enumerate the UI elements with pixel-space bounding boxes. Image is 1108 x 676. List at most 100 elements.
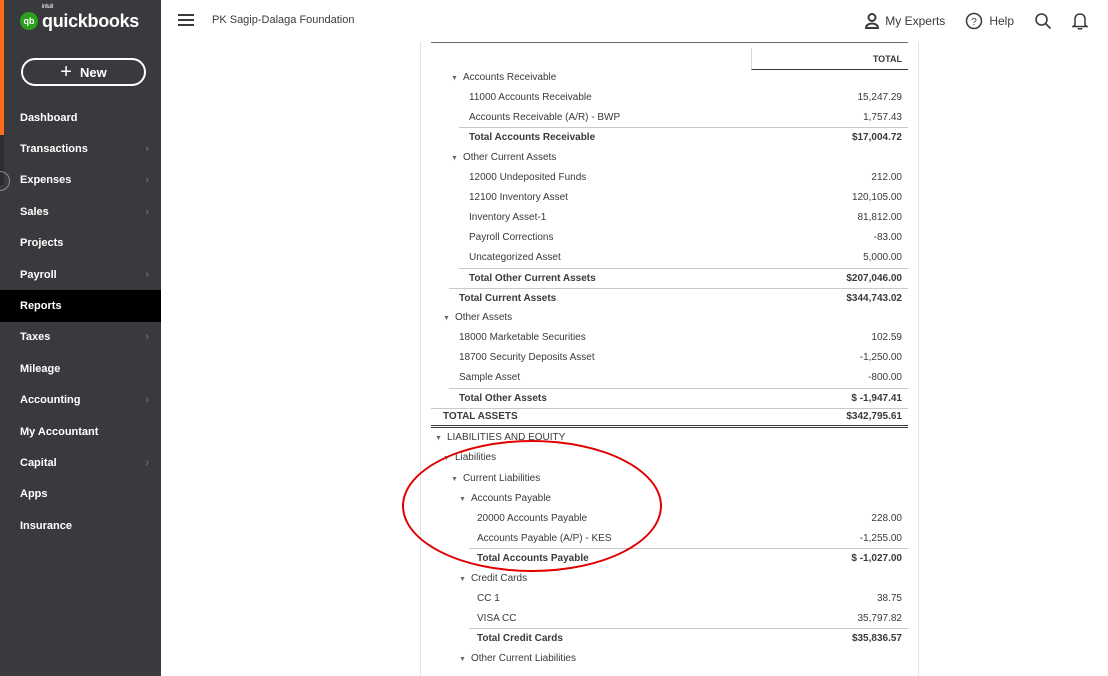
report-section-row[interactable]: ▼ Accounts Payable [431, 488, 908, 508]
report-total-row[interactable]: TOTAL ASSETS $342,795.61 [431, 407, 908, 428]
row-label-text: Total Other Current Assets [469, 272, 596, 284]
menu-icon[interactable] [178, 14, 194, 26]
caret-down-icon[interactable]: ▼ [451, 155, 458, 162]
report-row[interactable]: 18700 Security Deposits Asset -1,250.00 [431, 348, 908, 368]
report-row[interactable]: Payroll Corrections -83.00 [431, 227, 908, 247]
sidebar-item-taxes[interactable]: Taxes › [0, 322, 161, 353]
report-section-row[interactable]: ▼ Credit Cards [431, 568, 908, 588]
row-amount[interactable]: 35,797.82 [858, 613, 909, 624]
row-label: Total Other Current Assets [469, 273, 596, 284]
row-amount[interactable]: -1,255.00 [860, 533, 908, 544]
caret-down-icon[interactable]: ▼ [451, 476, 458, 483]
row-label-text: Accounts Receivable [462, 71, 557, 83]
report-row[interactable]: 11000 Accounts Receivable 15,247.29 [431, 87, 908, 107]
row-amount[interactable]: -83.00 [874, 232, 908, 243]
caret-down-icon[interactable]: ▼ [459, 496, 466, 503]
row-amount[interactable]: 1,757.43 [863, 112, 908, 123]
help-link[interactable]: ? Help [965, 12, 1014, 30]
row-amount[interactable]: $35,836.57 [852, 633, 908, 644]
sidebar-item-sales[interactable]: Sales › [0, 196, 161, 227]
top-header: PK Sagip-Dalaga Foundation My Experts ? … [161, 0, 1108, 42]
row-amount[interactable]: $344,743.02 [846, 293, 908, 304]
report-row[interactable]: Uncategorized Asset 5,000.00 [431, 247, 908, 267]
row-amount[interactable]: 5,000.00 [863, 252, 908, 263]
report-total-row[interactable]: Total Accounts Payable $ -1,027.00 [469, 548, 908, 568]
report-row[interactable]: 12000 Undeposited Funds 212.00 [431, 167, 908, 187]
report-total-row[interactable]: Total Accounts Receivable $17,004.72 [459, 127, 908, 147]
sidebar-item-projects[interactable]: Projects [0, 228, 161, 259]
row-amount[interactable]: $342,795.61 [846, 411, 908, 422]
report-section-row[interactable]: ▼ Other Current Assets [431, 147, 908, 167]
caret-down-icon[interactable]: ▼ [443, 315, 450, 322]
caret-down-icon[interactable]: ▼ [451, 75, 458, 82]
report-row[interactable]: Accounts Receivable (A/R) - BWP 1,757.43 [431, 107, 908, 127]
sidebar-item-mileage[interactable]: Mileage [0, 353, 161, 384]
plus-icon: + [60, 61, 72, 83]
row-label: ▼ Accounts Payable [459, 493, 551, 504]
report-row[interactable]: CC 1 38.75 [431, 588, 908, 608]
sidebar-item-dashboard[interactable]: Dashboard [0, 102, 161, 133]
report-section-row[interactable]: ▼ Liabilities [431, 448, 908, 468]
report-section-row[interactable]: ▼ Other Current Liabilities [431, 648, 908, 668]
sidebar-item-reports[interactable]: Reports [0, 290, 161, 322]
report-row[interactable]: 20000 Accounts Payable 228.00 [431, 508, 908, 528]
report-row[interactable]: Sample Asset -800.00 [431, 368, 908, 388]
sidebar-item-payroll[interactable]: Payroll › [0, 259, 161, 290]
new-button-label: New [79, 64, 107, 80]
quickbooks-logo[interactable]: qb intuit quickbooks [20, 4, 139, 33]
row-amount[interactable]: $207,046.00 [846, 273, 908, 284]
report-section-row[interactable]: ▼ LIABILITIES AND EQUITY [431, 428, 908, 448]
row-label-text: Total Other Assets [459, 392, 547, 404]
row-amount[interactable]: -800.00 [868, 372, 908, 383]
report-row[interactable]: Inventory Asset-1 81,812.00 [431, 207, 908, 227]
row-amount[interactable]: $ -1,027.00 [851, 553, 908, 564]
report-total-row[interactable]: Total Other Current Assets $207,046.00 [459, 267, 908, 288]
row-amount[interactable]: 102.59 [871, 332, 908, 343]
sidebar-item-accounting[interactable]: Accounting › [0, 385, 161, 416]
sidebar-item-label: Capital [20, 456, 57, 469]
new-button[interactable]: + New [21, 58, 146, 86]
help-icon: ? [966, 12, 983, 30]
sidebar-item-apps[interactable]: Apps [0, 479, 161, 510]
row-amount[interactable]: 120,105.00 [852, 192, 908, 203]
report-total-row[interactable]: Total Current Assets $344,743.02 [449, 287, 908, 308]
row-amount[interactable]: 81,812.00 [858, 212, 909, 223]
caret-down-icon[interactable]: ▼ [459, 576, 466, 583]
notifications-button[interactable] [1072, 12, 1088, 30]
sidebar-item-transactions[interactable]: Transactions › [0, 133, 161, 164]
row-label-text: Sample Asset [459, 372, 521, 384]
row-label-text: Payroll Corrections [469, 231, 554, 243]
report-row[interactable]: VISA CC 35,797.82 [431, 608, 908, 628]
sidebar-item-label: My Accountant [20, 425, 99, 438]
sidebar-item-my-accountant[interactable]: My Accountant [0, 416, 161, 447]
my-experts-link[interactable]: My Experts [865, 13, 945, 29]
report-row[interactable]: 12100 Inventory Asset 120,105.00 [431, 187, 908, 207]
caret-down-icon[interactable]: ▼ [443, 455, 450, 462]
row-amount[interactable]: 15,247.29 [858, 92, 909, 103]
row-amount[interactable]: 212.00 [871, 172, 908, 183]
row-amount[interactable]: $ -1,947.41 [851, 393, 908, 404]
sidebar-item-insurance[interactable]: Insurance [0, 510, 161, 541]
row-label-text: Accounts Payable [470, 492, 551, 504]
row-label: Total Accounts Receivable [469, 132, 595, 143]
row-amount[interactable]: -1,250.00 [860, 352, 908, 363]
row-amount[interactable]: $17,004.72 [852, 132, 908, 143]
caret-down-icon[interactable]: ▼ [459, 656, 466, 663]
search-button[interactable] [1034, 12, 1052, 30]
caret-down-icon[interactable]: ▼ [435, 435, 442, 442]
row-label-text: 20000 Accounts Payable [477, 512, 588, 524]
sidebar-item-label: Apps [20, 488, 48, 501]
report-section-row[interactable]: ▼ Current Liabilities [431, 468, 908, 488]
report-total-row[interactable]: Total Credit Cards $35,836.57 [469, 628, 908, 648]
report-row[interactable]: 18000 Marketable Securities 102.59 [431, 328, 908, 348]
row-label: ▼ Other Current Liabilities [459, 653, 576, 664]
report-row[interactable]: Accounts Payable (A/P) - KES -1,255.00 [431, 528, 908, 548]
row-amount[interactable]: 38.75 [877, 593, 908, 604]
report-total-row[interactable]: Total Other Assets $ -1,947.41 [449, 387, 908, 408]
report-section-row[interactable]: ▼ Accounts Receivable [431, 67, 908, 87]
sidebar-item-expenses[interactable]: Expenses › [0, 165, 161, 196]
company-name[interactable]: PK Sagip-Dalaga Foundation [212, 14, 354, 26]
sidebar-item-capital[interactable]: Capital › [0, 447, 161, 478]
row-amount[interactable]: 228.00 [871, 513, 908, 524]
report-section-row[interactable]: ▼ Other Assets [431, 308, 908, 328]
